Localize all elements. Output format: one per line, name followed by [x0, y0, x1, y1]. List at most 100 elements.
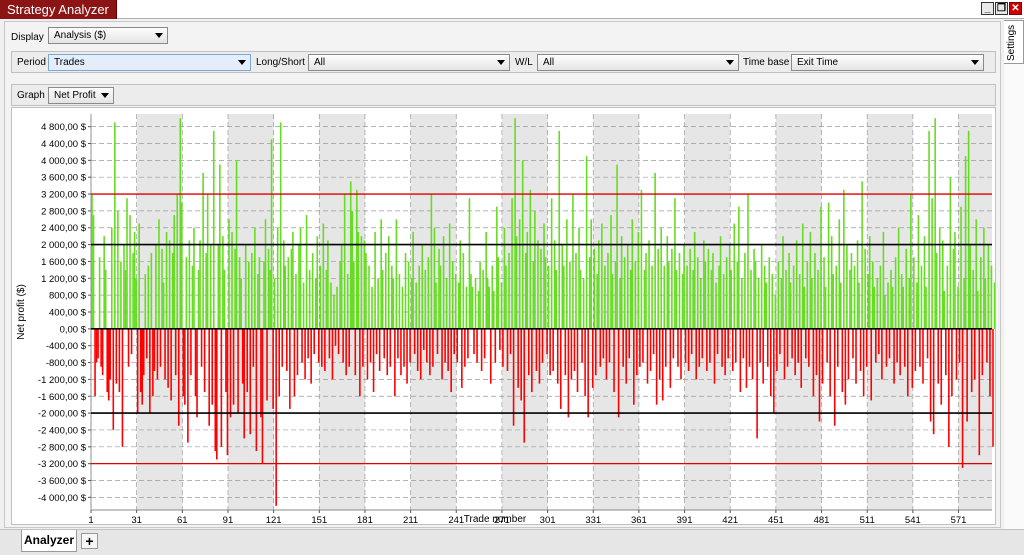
chart-bar: [371, 286, 373, 329]
chart-bar: [765, 282, 768, 329]
chart-bar: [302, 282, 305, 329]
chart-bar: [552, 328, 554, 371]
chart-bar: [152, 328, 154, 397]
settings-tab[interactable]: Settings: [1004, 20, 1024, 64]
chart-bar: [543, 223, 545, 329]
chart-bar: [989, 328, 991, 397]
wl-select[interactable]: All: [537, 54, 739, 71]
chart-bar: [738, 206, 740, 329]
chart-bar: [205, 253, 207, 329]
chart-bar: [424, 269, 427, 329]
display-select-value: Analysis ($): [54, 30, 107, 41]
chart-bar: [240, 278, 242, 329]
add-tab-button[interactable]: +: [81, 533, 98, 549]
chart-bar: [827, 202, 830, 329]
chart-bar: [229, 328, 232, 418]
chart-bar: [908, 278, 911, 329]
chart-bar: [654, 172, 656, 329]
chart-bar: [882, 231, 885, 329]
chart-bar: [106, 328, 109, 393]
chart-bar: [426, 328, 428, 363]
chart-bar: [903, 328, 906, 367]
y-tick-label: 4 400,00 $: [41, 139, 87, 150]
chart-bar: [570, 328, 573, 380]
chart-bar: [693, 231, 696, 329]
chart-bar: [264, 219, 267, 329]
chart-bar: [844, 328, 847, 405]
chart-bar: [365, 253, 367, 329]
chart-bar: [369, 328, 372, 363]
y-tick-label: -400,00 $: [46, 341, 87, 352]
chart-bar: [888, 328, 891, 359]
chart-bar: [599, 328, 602, 367]
chart-bar: [403, 328, 405, 367]
chart-bar: [651, 265, 653, 329]
chart-bar: [531, 328, 533, 393]
timebase-select[interactable]: Exit Time: [791, 54, 984, 71]
window-title: Strategy Analyzer: [0, 0, 117, 19]
chart-bar: [532, 261, 535, 329]
graph-select[interactable]: Net Profit: [48, 87, 114, 104]
chart-bar: [678, 253, 681, 329]
chart-bar: [222, 236, 224, 329]
chart-bar: [461, 328, 463, 388]
y-tick-label: 2 000,00 $: [41, 240, 87, 251]
chart-bar: [588, 257, 591, 329]
chart-bar: [613, 328, 615, 393]
restore-button[interactable]: ❐: [995, 2, 1008, 15]
close-button[interactable]: ✕: [1009, 2, 1022, 15]
chart-bar: [228, 219, 230, 329]
chart-bar: [409, 328, 411, 363]
chart-bar: [321, 328, 323, 367]
chart-bar: [427, 257, 430, 329]
chart-bar: [244, 244, 247, 329]
chart-bar: [541, 328, 544, 363]
chart-bar: [724, 328, 726, 376]
chart-bar: [894, 257, 897, 329]
x-tick-label: 301: [540, 515, 556, 524]
minimize-button[interactable]: _: [981, 2, 994, 15]
chart-bar: [325, 269, 328, 329]
chart-bar: [380, 219, 382, 329]
chart-bar: [963, 278, 965, 329]
chart-bar: [459, 240, 462, 329]
chart-bar: [605, 328, 608, 380]
chart-bar: [386, 328, 389, 376]
x-axis-ticks: 1 31 61 91 121 151 181 211 241 271 301 331 361 391 421…: [88, 515, 966, 526]
chart-bar: [712, 253, 714, 329]
chart-bar: [366, 328, 369, 380]
chart-bar: [503, 227, 506, 329]
chart-bar: [645, 253, 647, 329]
chart-bar: [150, 253, 153, 329]
chart-bar: [721, 328, 723, 367]
chart-bar: [604, 265, 606, 329]
chart-bar: [496, 206, 498, 329]
chart-bar: [337, 328, 340, 355]
chart-bar: [512, 328, 515, 426]
chart-bar: [881, 328, 883, 380]
chart-bar: [117, 210, 119, 329]
y-tick-label: -3 600,00 $: [38, 476, 87, 487]
chart-bar: [961, 328, 964, 468]
x-tick-label: 151: [311, 515, 327, 524]
chart-bar: [986, 328, 988, 363]
chart-bar: [444, 328, 446, 363]
chart-bar: [563, 265, 565, 329]
longshort-select[interactable]: All: [308, 54, 510, 71]
chart-bar: [241, 328, 244, 384]
chart-bar: [97, 328, 99, 359]
display-select[interactable]: Analysis ($): [48, 27, 168, 44]
chart-bar: [931, 198, 933, 329]
chart-bar: [92, 215, 95, 329]
chart-bar: [483, 328, 486, 359]
chart-bar: [327, 240, 329, 329]
chart-bar: [135, 278, 137, 329]
chart-bar: [203, 328, 206, 393]
period-select[interactable]: Trades: [48, 54, 251, 71]
chart-bar: [855, 328, 857, 384]
period-select-value: Trades: [54, 57, 85, 68]
chart-bar: [450, 328, 452, 393]
chart-bar: [833, 328, 836, 426]
chart-bar: [451, 261, 454, 329]
tab-analyzer[interactable]: Analyzer: [21, 530, 77, 552]
